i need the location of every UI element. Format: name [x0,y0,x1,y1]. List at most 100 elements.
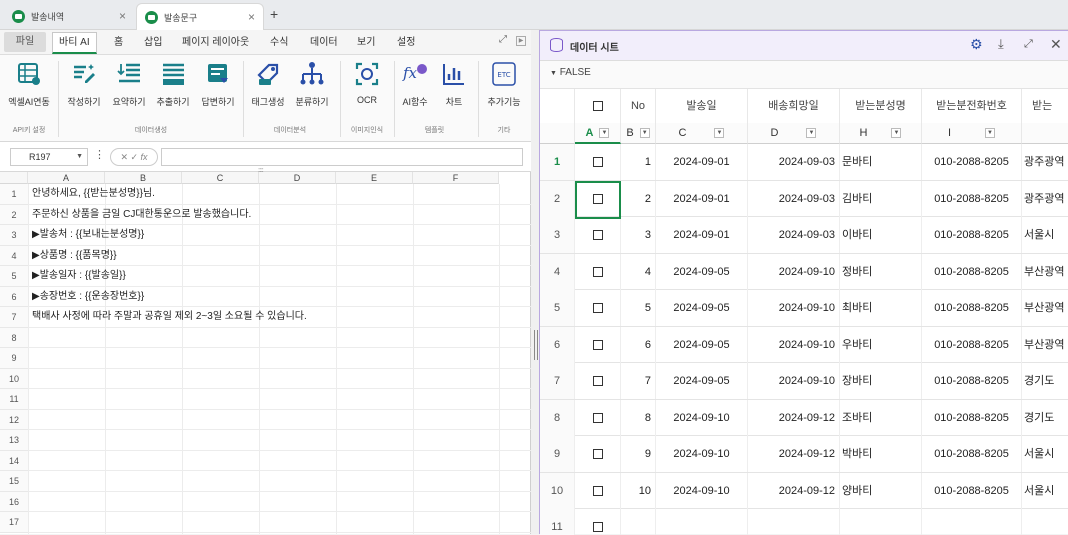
cell-receiver-phone[interactable]: 010-2088-8205 [922,436,1022,472]
cell-receiver-name[interactable]: 박바티 [840,436,922,472]
menu-formulas[interactable]: 수식 [270,30,288,55]
cell-ship-date[interactable]: 2024-09-01 [656,180,748,217]
row-checkbox[interactable] [575,436,621,472]
menu-data[interactable]: 데이터 [310,30,338,55]
row-header[interactable]: 2 [0,204,28,225]
checkbox[interactable] [592,230,603,241]
letter-header[interactable]: H ▼ [840,123,922,144]
cell-receiver-phone[interactable]: 010-2088-8205 [922,290,1022,326]
column-header[interactable]: B [105,172,182,184]
new-tab-button[interactable]: + [270,6,278,22]
column-header[interactable]: D [259,172,336,184]
sheet-cell[interactable] [28,512,531,533]
cell-wish-date[interactable]: 2024-09-10 [748,363,840,399]
cell-receiver-address[interactable]: 서울시 [1022,436,1068,472]
column-header[interactable]: C [182,172,259,184]
close-icon[interactable]: ✕ [1050,36,1062,53]
row-header[interactable]: 14 [0,450,28,471]
cell-receiver-name[interactable]: 조바티 [840,399,922,436]
row-header[interactable]: 3 [0,225,28,246]
cell-receiver-name[interactable]: 이바티 [840,217,922,253]
close-icon[interactable]: × [119,9,126,23]
cell-receiver-address[interactable]: 서울시 [1022,473,1068,509]
cell-wish-date[interactable]: 2024-09-03 [748,144,840,180]
cell-ship-date[interactable] [656,509,748,535]
row-checkbox[interactable] [575,217,621,253]
filter-dropdown-icon[interactable]: ▼ [806,128,817,139]
row-header[interactable]: 9 [0,348,28,369]
header-checkbox[interactable] [575,89,621,123]
sheet-cell[interactable] [28,348,531,369]
cell-wish-date[interactable]: 2024-09-10 [748,290,840,326]
cell-wish-date[interactable]: 2024-09-10 [748,326,840,363]
sheet-cell[interactable] [28,492,531,512]
cell-receiver-address[interactable]: 경기도 [1022,363,1068,399]
cell-receiver-name[interactable]: 양바티 [840,472,922,509]
cell-receiver-name[interactable]: 장바티 [840,363,922,399]
checkbox[interactable] [592,339,603,350]
cell-no[interactable]: 5 [621,290,656,326]
letter-header[interactable]: B ▼ [621,123,656,144]
row-checkbox[interactable] [575,290,621,326]
checkbox[interactable] [592,157,603,168]
download-icon[interactable]: ⤓ [998,36,1004,52]
menu-insert[interactable]: 삽입 [144,30,162,55]
cell-wish-date[interactable] [748,509,840,535]
row-checkbox[interactable] [575,399,621,436]
cell-receiver-phone[interactable] [922,509,1022,535]
cell-receiver-address[interactable]: 부산광역 [1022,290,1068,326]
row-header[interactable]: 12 [0,409,28,430]
etc-button[interactable]: ETC 추가기능 [482,61,526,108]
row-header[interactable]: 8 [0,327,28,348]
row-header[interactable]: 13 [0,430,28,451]
table-row[interactable]: 8 8 2024-09-10 2024-09-12 조바티 010-2088-8205 경기… [540,399,1068,436]
extract-button[interactable]: 추출하기 [153,61,193,108]
row-header[interactable]: 17 [0,512,28,533]
cell-receiver-phone[interactable]: 010-2088-8205 [922,363,1022,399]
cell-receiver-name[interactable] [840,509,922,535]
cell-wish-date[interactable]: 2024-09-12 [748,399,840,436]
table-row[interactable]: 6 6 2024-09-05 2024-09-10 우바티 010-2088-8205 부산… [540,326,1068,363]
sheet-cell[interactable] [28,389,531,410]
header-ship-date[interactable]: 발송일 [656,89,748,123]
checkbox[interactable] [592,522,603,533]
menu-home[interactable]: 홈 [114,30,123,55]
select-all-corner[interactable] [0,172,28,184]
write-button[interactable]: 작성하기 [64,61,104,108]
header-receiver-phone[interactable]: 받는분전화번호 [922,89,1022,123]
sheet-cell[interactable]: ▶발송처 : {{보내는분성명}} [28,225,531,246]
sheet-cell[interactable]: ▶송장번호 : {{운송장번호}} [28,287,531,307]
menu-bati-ai[interactable]: 바티 AI [52,32,97,54]
cell-receiver-phone[interactable]: 010-2088-8205 [922,399,1022,436]
letter-header[interactable]: D ▼ [748,123,840,144]
table-row[interactable]: 9 9 2024-09-10 2024-09-12 박바티 010-2088-8205 서울… [540,436,1068,473]
checkbox[interactable] [592,412,603,423]
cell-receiver-phone[interactable]: 010-2088-8205 [922,180,1022,217]
cell-receiver-address[interactable]: 부산광역 [1022,327,1068,363]
letter-header[interactable]: C ▼ [656,123,748,144]
cell-receiver-address[interactable]: 부산광역 [1022,254,1068,290]
name-box[interactable]: R197 ▼ [10,148,88,166]
cell-receiver-phone[interactable]: 010-2088-8205 [922,144,1022,180]
cell-no[interactable]: 10 [621,472,656,509]
cell-no[interactable]: 4 [621,253,656,290]
cell-no[interactable]: 7 [621,363,656,399]
cell-ship-date[interactable]: 2024-09-10 [656,436,748,472]
row-header[interactable]: 7 [0,307,28,328]
header-wish-date[interactable]: 배송희망일 [748,89,840,123]
cell-receiver-phone[interactable]: 010-2088-8205 [922,326,1022,363]
sheet-cell[interactable] [28,369,531,389]
row-checkbox[interactable] [575,363,621,399]
row-checkbox[interactable] [575,253,621,290]
row-header[interactable]: 15 [0,471,28,492]
table-row[interactable]: 4 4 2024-09-05 2024-09-10 정바티 010-2088-8205 부산… [540,253,1068,290]
row-header[interactable]: 5 [0,266,28,287]
filter-bar[interactable]: ▼ FALSE [540,61,1068,89]
cell-receiver-phone[interactable]: 010-2088-8205 [922,217,1022,253]
ribbon-scroll-icon[interactable]: ▶ [516,36,526,46]
filter-dropdown-icon[interactable]: ▼ [639,128,650,139]
cell-receiver-phone[interactable]: 010-2088-8205 [922,472,1022,509]
sheet-cell[interactable] [28,471,531,492]
ai-function-button[interactable]: fx AI함수 [397,61,433,108]
cell-ship-date[interactable]: 2024-09-10 [656,399,748,436]
